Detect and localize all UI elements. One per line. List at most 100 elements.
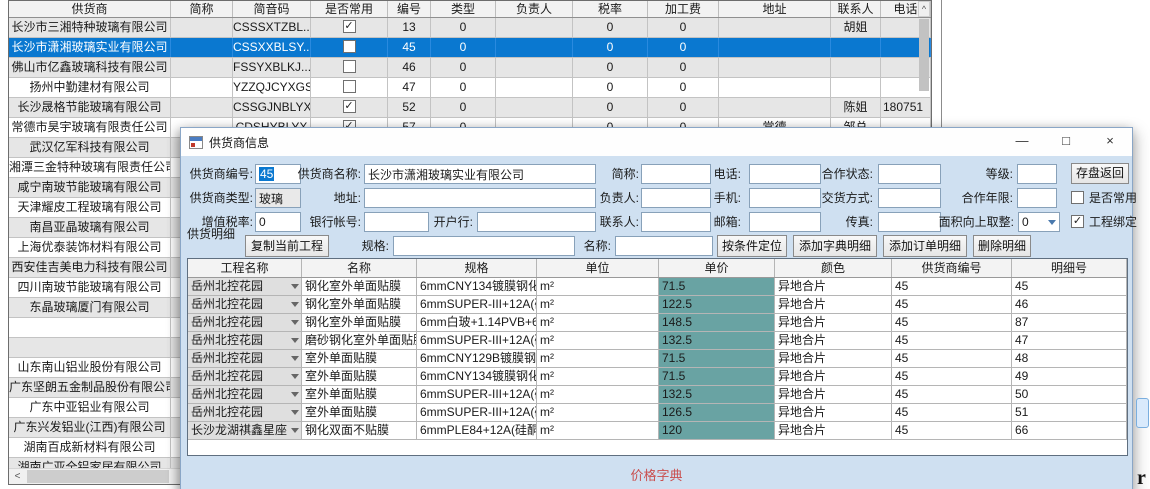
project-name-dropdown[interactable]: 岳州北控花园 <box>188 404 302 421</box>
checked-checkbox[interactable]: ✓ <box>1071 215 1084 228</box>
coop-status-field[interactable] <box>878 164 941 184</box>
chevron-down-icon <box>1048 220 1056 225</box>
project-name-dropdown[interactable]: 岳州北控花园 <box>188 386 302 403</box>
coop-years-field[interactable] <box>1017 188 1057 208</box>
detail-column-header[interactable]: 供货商编号 <box>892 259 1012 277</box>
detail-column-header[interactable]: 颜色 <box>775 259 892 277</box>
column-header[interactable]: 简音码 <box>233 1 311 17</box>
detail-cell: 87 <box>1012 314 1127 331</box>
detail-row[interactable]: 岳州北控花园室外单面贴膜6mmCNY134镀膜钢化m²71.5异地合片4549 <box>188 368 1127 386</box>
detail-row[interactable]: 岳州北控花园室外单面贴膜6mmSUPER-III+12A(硅...m²126.5… <box>188 404 1127 422</box>
copy-current-project-button[interactable]: 复制当前工程 <box>245 235 329 257</box>
detail-column-header[interactable]: 单位 <box>537 259 659 277</box>
unchecked-checkbox[interactable] <box>343 80 356 93</box>
unchecked-checkbox[interactable] <box>343 40 356 53</box>
project-name-dropdown[interactable]: 岳州北控花园 <box>188 350 302 367</box>
supplier-row[interactable]: 长沙晟格节能玻璃有限公司CSSGJNBLYXGS✓52000陈姐180751 <box>9 98 931 118</box>
name-filter-input[interactable] <box>615 236 713 256</box>
column-header[interactable]: 类型 <box>431 1 496 17</box>
detail-column-header[interactable]: 明细号 <box>1012 259 1127 277</box>
project-name-dropdown[interactable]: 岳州北控花园 <box>188 368 302 385</box>
supplier-row[interactable]: 长沙市三湘特种玻璃有限公司CSSSXTZBL...✓13000胡姐 <box>9 18 931 38</box>
column-header[interactable]: 联系人 <box>831 1 881 17</box>
form-icon <box>189 136 203 149</box>
detail-cell: 45 <box>892 296 1012 313</box>
detail-cell: 122.5 <box>659 296 775 313</box>
supplier-row[interactable]: 扬州中勤建材有限公司YZZQJCYXGS47000 <box>9 78 931 98</box>
detail-cell: 120 <box>659 422 775 439</box>
background-scrollbar-thumb[interactable] <box>1136 398 1149 428</box>
common-use-checkbox[interactable]: 是否常用 <box>1071 188 1137 208</box>
grade-field[interactable] <box>1017 164 1057 184</box>
unchecked-checkbox[interactable] <box>343 60 356 73</box>
grade-label: 等级: <box>953 164 1013 184</box>
locate-by-condition-button[interactable]: 按条件定位 <box>717 235 787 257</box>
column-header[interactable]: 编号 <box>388 1 431 17</box>
supplier-info-dialog: 供货商信息 — □ × 供货商编号: 45 供货商名称: 简称: 电话: 合作状… <box>180 127 1133 489</box>
area-roundup-dropdown[interactable]: 0 <box>1018 212 1060 232</box>
supplier-row[interactable]: 长沙市潇湘玻璃实业有限公司CSSXXBLSY...45000 <box>9 38 931 58</box>
cell-code: YZZQJCYXGS <box>233 78 311 97</box>
detail-row[interactable]: 岳州北控花园室外单面贴膜6mmSUPER-III+12A(硅...m²132.5… <box>188 386 1127 404</box>
cell-tax: 0 <box>573 58 648 77</box>
column-header[interactable]: 加工费 <box>648 1 719 17</box>
mobile-label: 手机: <box>689 188 741 208</box>
email-field[interactable] <box>749 212 821 232</box>
column-header[interactable]: 地址 <box>719 1 831 17</box>
detail-column-header[interactable]: 工程名称 <box>188 259 302 277</box>
close-button[interactable]: × <box>1088 128 1132 156</box>
project-name-dropdown[interactable]: 长沙龙湖祺鑫星座 <box>188 422 302 439</box>
add-order-detail-button[interactable]: 添加订单明细 <box>883 235 967 257</box>
detail-row[interactable]: 岳州北控花园钢化室外单面贴膜6mm白玻+1.14PVB+6mm...m²148.… <box>188 314 1127 332</box>
scroll-left-icon[interactable]: < <box>10 470 25 483</box>
cell-addr <box>719 98 831 117</box>
horizontal-scrollbar-thumb[interactable] <box>27 470 169 483</box>
column-header[interactable]: 负责人 <box>496 1 573 17</box>
detail-cell: 45 <box>892 350 1012 367</box>
scroll-up-icon[interactable]: ^ <box>918 1 930 17</box>
detail-row[interactable]: 长沙龙湖祺鑫星座钢化双面不贴膜6mmPLE84+12A(硅酮胶...m²120异… <box>188 422 1127 440</box>
detail-cell: 6mmCNY129B镀膜钢化 <box>417 350 537 367</box>
cell-name: 西安佳吉美电力科技有限公司 <box>9 258 171 277</box>
delete-detail-button[interactable]: 删除明细 <box>973 235 1031 257</box>
delivery-field[interactable] <box>878 188 941 208</box>
detail-cell: 50 <box>1012 386 1127 403</box>
address-field[interactable] <box>364 188 596 208</box>
cell-manager <box>496 38 573 57</box>
vertical-scrollbar-thumb[interactable] <box>919 19 929 91</box>
supplier-name-label: 供货商名称: <box>291 164 361 184</box>
checked-checkbox[interactable]: ✓ <box>343 20 356 33</box>
project-name-dropdown[interactable]: 岳州北控花园 <box>188 332 302 349</box>
detail-column-header[interactable]: 名称 <box>302 259 417 277</box>
maximize-button[interactable]: □ <box>1044 128 1088 156</box>
column-header[interactable]: 税率 <box>573 1 648 17</box>
project-name-dropdown[interactable]: 岳州北控花园 <box>188 278 302 295</box>
detail-row[interactable]: 岳州北控花园磨砂钢化室外单面贴膜6mmSUPER-III+12A(硅...m²1… <box>188 332 1127 350</box>
detail-column-header[interactable]: 规格 <box>417 259 537 277</box>
add-dictionary-detail-button[interactable]: 添加字典明细 <box>793 235 877 257</box>
cell-name <box>9 318 171 337</box>
column-header[interactable]: 供货商 <box>9 1 171 17</box>
project-bind-checkbox[interactable]: ✓工程绑定 <box>1071 212 1137 232</box>
project-name-dropdown[interactable]: 岳州北控花园 <box>188 314 302 331</box>
column-header[interactable]: 是否常用 <box>311 1 388 17</box>
supplier-name-field[interactable] <box>364 164 596 184</box>
minimize-button[interactable]: — <box>1000 128 1044 156</box>
detail-column-header[interactable]: 单价 <box>659 259 775 277</box>
spec-filter-input[interactable] <box>393 236 575 256</box>
detail-row[interactable]: 岳州北控花园钢化室外单面贴膜6mmCNY134镀膜钢化m²71.5异地合片454… <box>188 278 1127 296</box>
detail-cell: 71.5 <box>659 368 775 385</box>
detail-cell: 异地合片 <box>775 296 892 313</box>
save-return-button[interactable]: 存盘返回 <box>1071 163 1129 184</box>
dialog-titlebar[interactable]: 供货商信息 — □ × <box>181 128 1132 156</box>
supplier-row[interactable]: 佛山市亿鑫玻璃科技有限公司FSSYXBLKJ...46000 <box>9 58 931 78</box>
project-name-dropdown[interactable]: 岳州北控花园 <box>188 296 302 313</box>
bank-account-field[interactable] <box>364 212 429 232</box>
checked-checkbox[interactable]: ✓ <box>343 100 356 113</box>
detail-row[interactable]: 岳州北控花园钢化室外单面贴膜6mmSUPER-III+12A(硅...m²122… <box>188 296 1127 314</box>
column-header[interactable]: 简称 <box>171 1 233 17</box>
detail-cell: 132.5 <box>659 386 775 403</box>
detail-row[interactable]: 岳州北控花园室外单面贴膜6mmCNY129B镀膜钢化m²71.5异地合片4548 <box>188 350 1127 368</box>
detail-cell: 45 <box>892 386 1012 403</box>
unchecked-checkbox[interactable] <box>1071 191 1084 204</box>
